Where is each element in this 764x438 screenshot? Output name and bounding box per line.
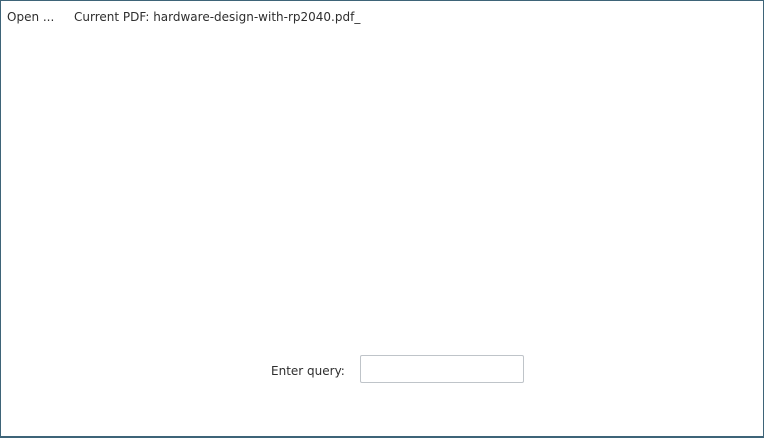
open-file-button[interactable]: Open ... — [7, 9, 54, 25]
query-input[interactable] — [360, 355, 524, 383]
app-window: Open ... Current PDF: hardware-design-wi… — [0, 0, 764, 438]
toolbar: Open ... Current PDF: hardware-design-wi… — [1, 1, 763, 31]
current-pdf-label: Current PDF: hardware-design-with-rp2040… — [74, 10, 361, 24]
query-row: Enter query: — [1, 355, 763, 387]
query-label: Enter query: — [271, 364, 345, 378]
